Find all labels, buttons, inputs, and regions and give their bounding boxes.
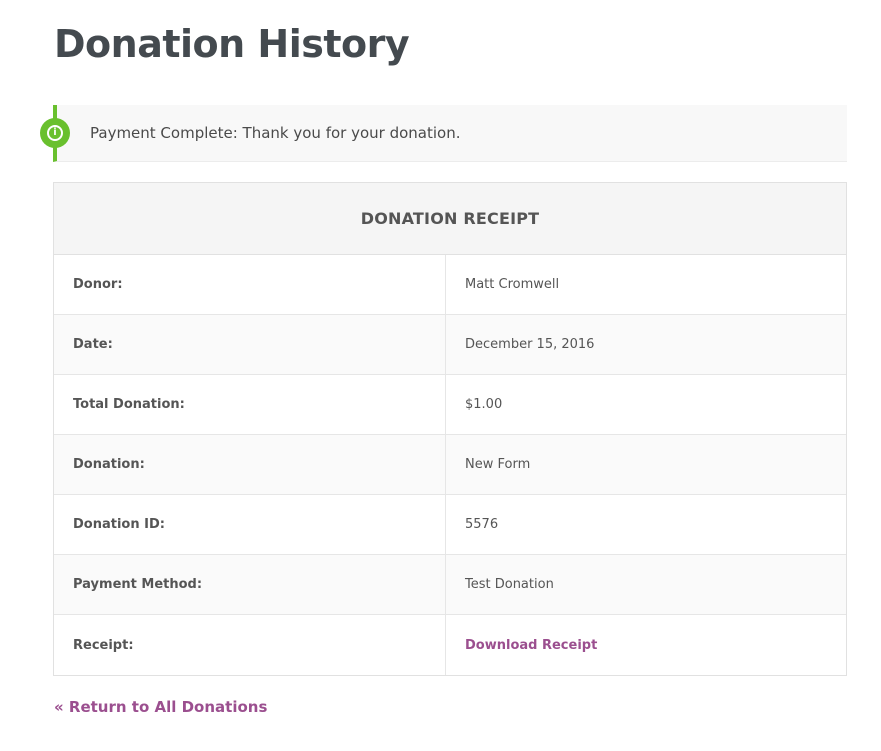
row-label: Receipt:	[54, 615, 446, 675]
receipt-row-donation-id: Donation ID: 5576	[54, 495, 846, 555]
row-label: Total Donation:	[54, 375, 446, 434]
info-icon: i	[40, 118, 70, 148]
row-label: Payment Method:	[54, 555, 446, 614]
row-value: $1.00	[465, 397, 503, 412]
receipt-row-total: Total Donation: $1.00	[54, 375, 846, 435]
row-value: Test Donation	[465, 577, 554, 592]
receipt-row-receipt: Receipt: Download Receipt	[54, 615, 846, 675]
page-title: Donation History	[54, 22, 410, 66]
row-value: New Form	[465, 457, 531, 472]
row-value: Matt Cromwell	[465, 277, 560, 292]
receipt-heading: DONATION RECEIPT	[54, 183, 846, 255]
receipt-row-date: Date: December 15, 2016	[54, 315, 846, 375]
return-to-donations-link[interactable]: « Return to All Donations	[54, 697, 267, 717]
row-label: Donation:	[54, 435, 446, 494]
row-value: 5576	[465, 517, 499, 532]
row-label: Donation ID:	[54, 495, 446, 554]
row-value: December 15, 2016	[465, 337, 595, 352]
success-notice: i Payment Complete: Thank you for your d…	[40, 105, 847, 162]
receipt-row-donation: Donation: New Form	[54, 435, 846, 495]
page: Donation History i Payment Complete: Tha…	[0, 0, 881, 751]
receipt-row-donor: Donor: Matt Cromwell	[54, 255, 846, 315]
notice-message: Payment Complete: Thank you for your don…	[90, 124, 461, 142]
row-label: Donor:	[54, 255, 446, 314]
row-value: Download Receipt	[446, 615, 846, 675]
row-label: Date:	[54, 315, 446, 374]
receipt-row-payment-method: Payment Method: Test Donation	[54, 555, 846, 615]
download-receipt-link[interactable]: Download Receipt	[465, 638, 597, 653]
donation-receipt-table: DONATION RECEIPT Donor: Matt Cromwell Da…	[53, 182, 847, 676]
